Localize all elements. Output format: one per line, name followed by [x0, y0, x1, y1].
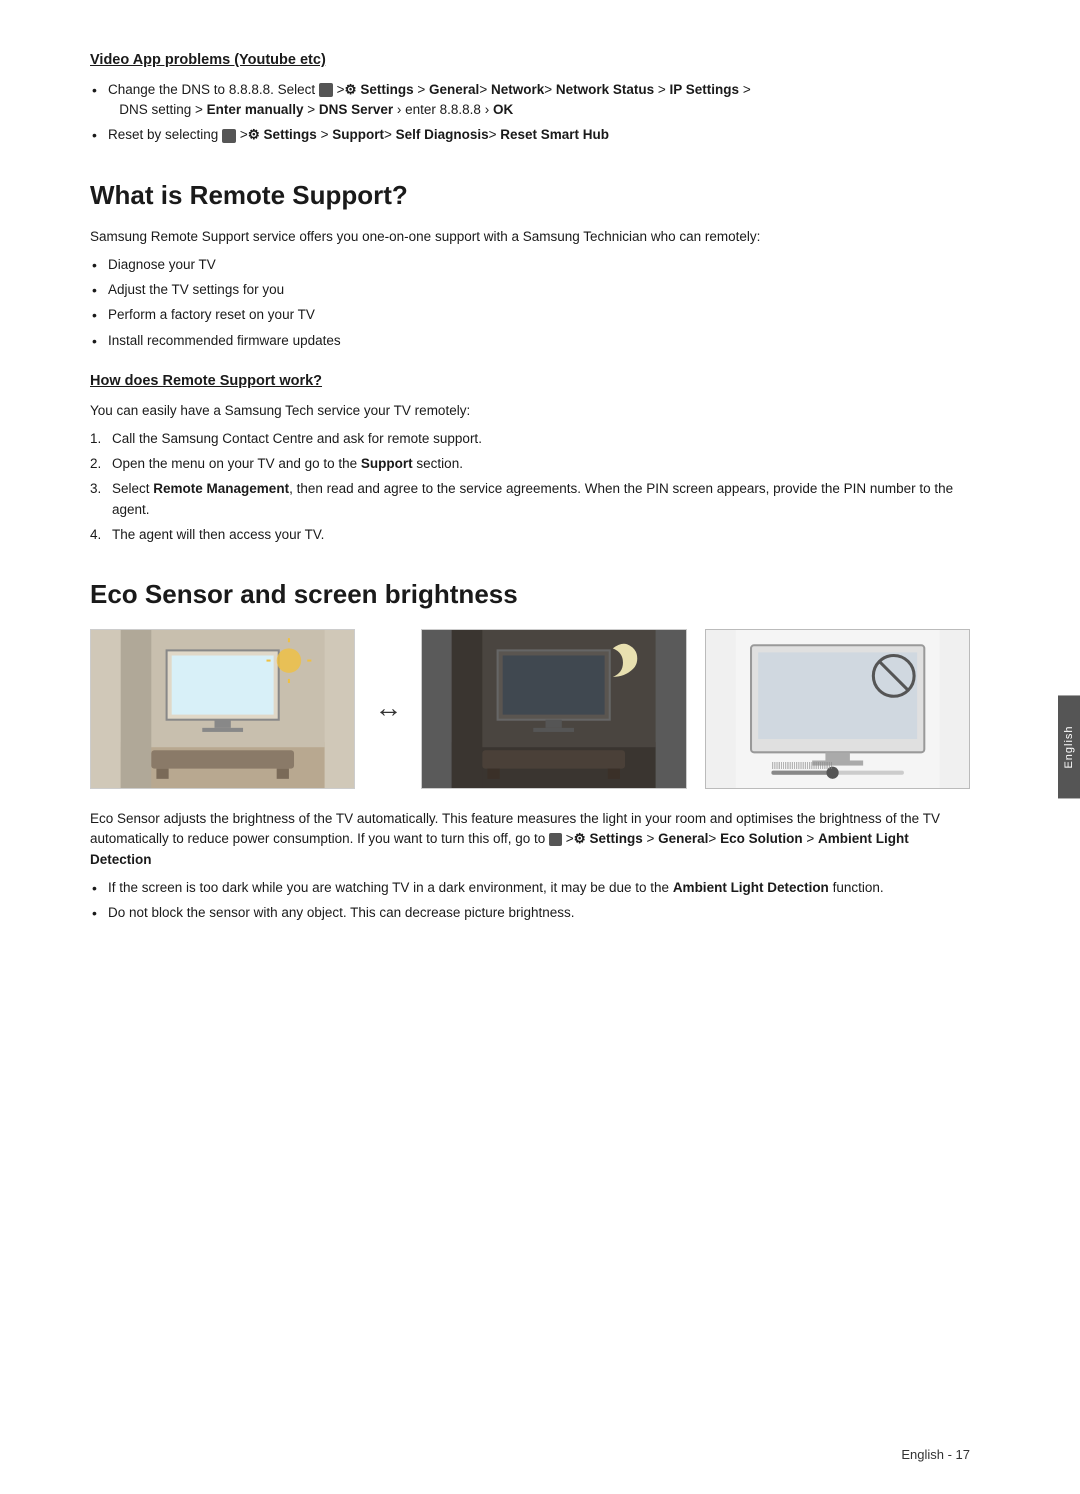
how-remote-works-heading: How does Remote Support work?: [90, 371, 970, 393]
main-content: Video App problems (Youtube etc) Change …: [0, 0, 1080, 988]
list-item: Reset by selecting >⚙ Settings > Support…: [90, 125, 970, 145]
list-item: 1. Call the Samsung Contact Centre and a…: [90, 429, 970, 449]
eco-sensor-heading: Eco Sensor and screen brightness: [90, 575, 970, 614]
side-tab-label: English: [1061, 725, 1078, 768]
list-item: If the screen is too dark while you are …: [90, 878, 970, 898]
list-item: Diagnose your TV: [90, 255, 970, 275]
list-item: Do not block the sensor with any object.…: [90, 903, 970, 923]
eco-bullets: If the screen is too dark while you are …: [90, 878, 970, 924]
list-item: 4. The agent will then access your TV.: [90, 525, 970, 545]
eco-sensor-section: Eco Sensor and screen brightness: [90, 575, 970, 923]
remote-support-intro: Samsung Remote Support service offers yo…: [90, 227, 970, 247]
list-item: Install recommended firmware updates: [90, 331, 970, 351]
arrow-icon: ↔: [373, 688, 403, 730]
remote-support-section: What is Remote Support? Samsung Remote S…: [90, 176, 970, 546]
video-problems-section: Video App problems (Youtube etc) Change …: [90, 50, 970, 146]
video-problems-list: Change the DNS to 8.8.8.8. Select >⚙ Set…: [90, 80, 970, 146]
side-tab: English: [1058, 695, 1080, 798]
list-item: Perform a factory reset on your TV: [90, 305, 970, 325]
list-item: 2. Open the menu on your TV and go to th…: [90, 454, 970, 474]
svg-text:||||||||||||||||||||||||||||||: |||||||||||||||||||||||||||||||||: [771, 762, 832, 770]
eco-image-bright-room: [90, 629, 355, 789]
eco-description: Eco Sensor adjusts the brightness of the…: [90, 809, 970, 870]
video-problems-title: Video App problems (Youtube etc): [90, 50, 970, 72]
page-number: English - 17: [901, 1445, 970, 1465]
eco-image-dark-room: [421, 629, 686, 789]
list-item: Change the DNS to 8.8.8.8. Select >⚙ Set…: [90, 80, 970, 121]
list-item: Adjust the TV settings for you: [90, 280, 970, 300]
remote-support-bullets: Diagnose your TV Adjust the TV settings …: [90, 255, 970, 351]
eco-images-row: ↔: [90, 629, 970, 789]
remote-support-heading: What is Remote Support?: [90, 176, 970, 215]
remote-steps-list: 1. Call the Samsung Contact Centre and a…: [90, 429, 970, 545]
how-remote-works-intro: You can easily have a Samsung Tech servi…: [90, 401, 970, 421]
eco-image-brightness-control: |||||||||||||||||||||||||||||||||: [705, 629, 970, 789]
list-item: 3. Select Remote Management, then read a…: [90, 479, 970, 520]
